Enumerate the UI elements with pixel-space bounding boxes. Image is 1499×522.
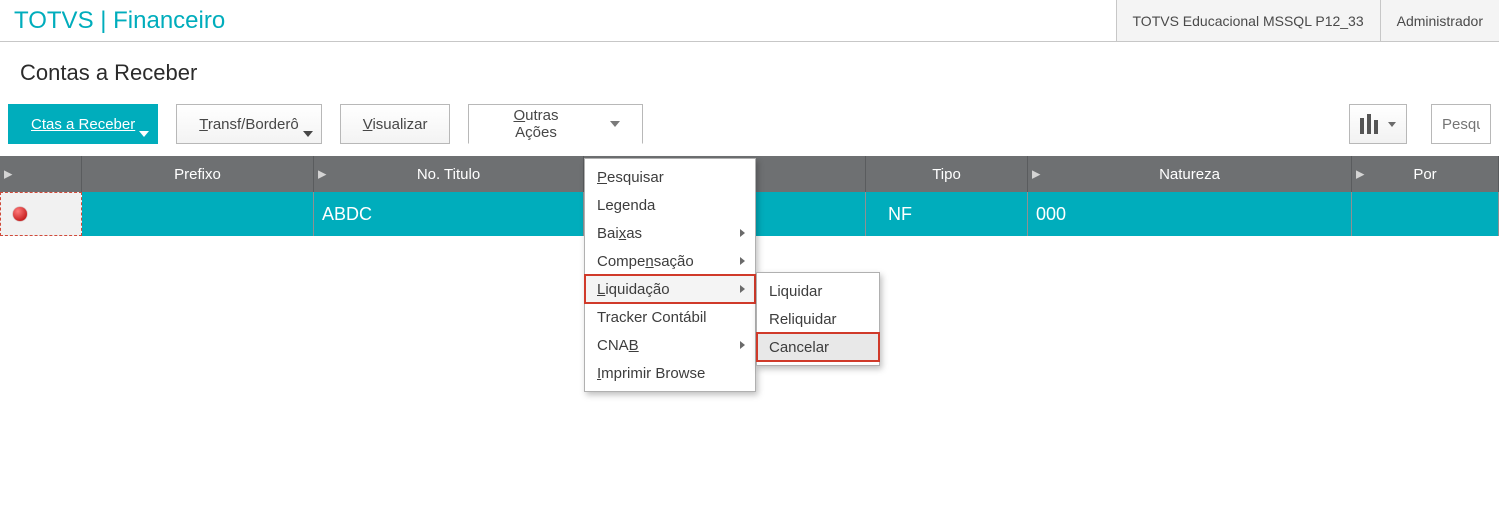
menu-item-baixas[interactable]: Baixas <box>585 219 755 247</box>
menu-item-pesquisar[interactable]: Pesquisar <box>585 163 755 191</box>
menu-item-cnab[interactable]: CNAB <box>585 331 755 359</box>
top-bar: TOTVS | Financeiro TOTVS Educacional MSS… <box>0 0 1499 42</box>
menu-item-liquidacao[interactable]: Liquidação <box>585 275 755 303</box>
button-label: Visualizar <box>363 116 428 133</box>
submenu-item-cancelar[interactable]: Cancelar <box>757 333 879 361</box>
col-tipo[interactable]: Tipo <box>866 156 1028 192</box>
app-title: TOTVS | Financeiro <box>0 7 225 35</box>
menu-item-compensacao[interactable]: Compensação <box>585 247 755 275</box>
submenu-item-reliquidar[interactable]: Reliquidar <box>757 305 879 333</box>
col-prefixo[interactable]: Prefixo <box>82 156 314 192</box>
columns-button[interactable] <box>1349 104 1407 144</box>
search-input[interactable] <box>1431 104 1491 144</box>
col-natureza[interactable]: ▶Natureza <box>1028 156 1352 192</box>
page-title: Contas a Receber <box>0 42 1499 86</box>
cell-tipo: NF <box>866 192 1028 236</box>
col-status[interactable]: ▶ <box>0 156 82 192</box>
col-port[interactable]: ▶Por <box>1352 156 1499 192</box>
visualizar-button[interactable]: Visualizar <box>340 104 451 144</box>
outras-acoes-menu: Pesquisar Legenda Baixas Compensação Liq… <box>584 158 756 392</box>
status-dot-icon <box>13 207 27 221</box>
cell-prefixo <box>82 192 314 236</box>
cell-natureza: 000 <box>1028 192 1352 236</box>
transf-bordero-button[interactable]: Transf/Borderô <box>176 104 322 144</box>
button-label: Transf/Borderô <box>199 116 299 133</box>
liquidacao-submenu: Liquidar Reliquidar Cancelar <box>756 272 880 366</box>
outras-acoes-button[interactable]: Outras Ações <box>468 104 643 144</box>
environment-label[interactable]: TOTVS Educacional MSSQL P12_33 <box>1116 0 1380 41</box>
menu-item-imprimir[interactable]: Imprimir Browse <box>585 359 755 387</box>
ctas-a-receber-button[interactable]: Ctas a Receber <box>8 104 158 144</box>
user-label[interactable]: Administrador <box>1380 0 1499 41</box>
cell-titulo: ABDC <box>314 192 584 236</box>
menu-item-tracker[interactable]: Tracker Contábil <box>585 303 755 331</box>
drag-handle-icon: ▶ <box>4 168 12 181</box>
button-label: Outras Ações <box>491 107 580 141</box>
menu-item-legenda[interactable]: Legenda <box>585 191 755 219</box>
submenu-item-liquidar[interactable]: Liquidar <box>757 277 879 305</box>
drag-handle-icon: ▶ <box>1356 168 1364 181</box>
columns-icon <box>1360 114 1378 134</box>
cell-status <box>0 192 82 236</box>
drag-handle-icon: ▶ <box>318 168 326 181</box>
cell-port <box>1352 192 1499 236</box>
col-no-titulo[interactable]: ▶No. Titulo <box>314 156 584 192</box>
drag-handle-icon: ▶ <box>1032 168 1040 181</box>
toolbar: Ctas a Receber Transf/Borderô Visualizar… <box>0 86 1499 156</box>
